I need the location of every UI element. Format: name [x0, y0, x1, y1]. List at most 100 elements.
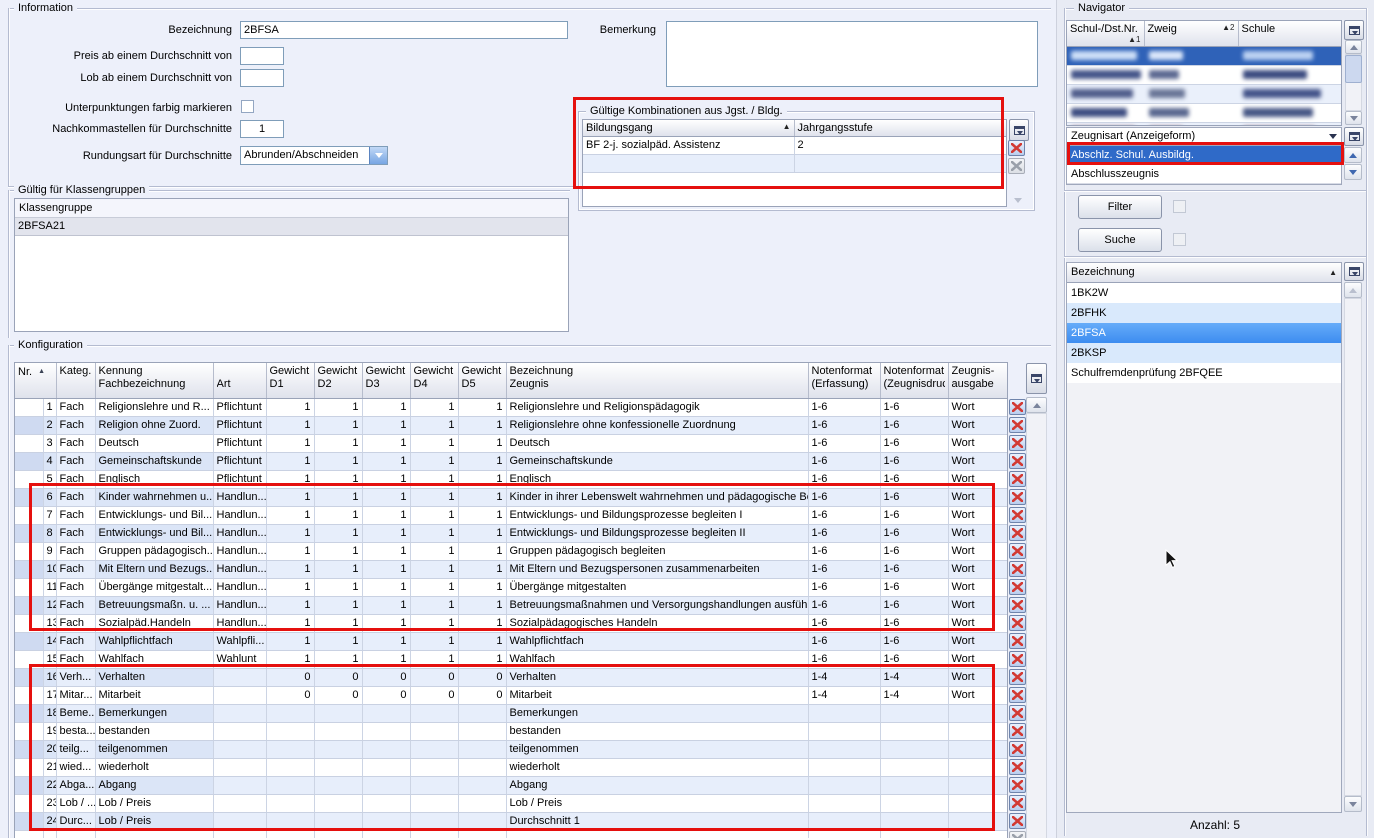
gewicht-d1-cell[interactable]: [266, 794, 314, 812]
gewicht-d3-cell[interactable]: [362, 740, 410, 758]
bezeichnung-zeugnis-cell[interactable]: Wahlfach: [506, 650, 808, 668]
kategorie-cell[interactable]: Fach: [56, 488, 95, 506]
art-cell[interactable]: Wahlpfli...: [213, 632, 266, 650]
delete-row-button[interactable]: [1009, 651, 1026, 667]
kennung-cell[interactable]: teilgenommen: [95, 740, 213, 758]
kategorie-cell[interactable]: Fach: [56, 506, 95, 524]
filter-button[interactable]: Filter: [1078, 195, 1162, 219]
navigator-col-schulnr[interactable]: Schul-/Dst.Nr.▲1: [1067, 21, 1144, 47]
row-selector[interactable]: [15, 812, 43, 830]
bezeichnung-zeugnis-cell[interactable]: Kinder in ihrer Lebenswelt wahrnehmen un…: [506, 488, 808, 506]
kategorie-cell[interactable]: Abga...: [56, 776, 95, 794]
gewicht-d3-cell[interactable]: [362, 776, 410, 794]
gewicht-d2-cell[interactable]: [314, 740, 362, 758]
kategorie-cell[interactable]: Fach: [56, 650, 95, 668]
gewicht-d3-cell[interactable]: 1: [362, 614, 410, 632]
notenformat-zeugnisdruck-cell[interactable]: 1-4: [880, 686, 948, 704]
bezeichnung-zeugnis-cell[interactable]: Bemerkungen: [506, 704, 808, 722]
nr-cell[interactable]: 23: [43, 794, 56, 812]
kennung-cell[interactable]: Wahlfach: [95, 650, 213, 668]
kennung-cell[interactable]: bestanden: [95, 722, 213, 740]
zeugnisausgabe-cell[interactable]: Wort: [948, 668, 1007, 686]
nr-cell[interactable]: 15: [43, 650, 56, 668]
gewicht-d3-cell[interactable]: 0: [362, 668, 410, 686]
notenformat-erfassung-cell[interactable]: 1-6: [808, 398, 880, 416]
konfig-row[interactable]: 10FachMit Eltern und Bezugs...Handlun...…: [15, 560, 1007, 578]
kategorie-cell[interactable]: besta...: [56, 722, 95, 740]
bezeichnung-item[interactable]: Schulfremdenprüfung 2BFQEE: [1067, 363, 1341, 383]
konfig-col-kategorie[interactable]: Kateg...: [56, 363, 95, 398]
art-cell[interactable]: Pflichtunt: [213, 398, 266, 416]
gewicht-d3-cell[interactable]: 1: [362, 416, 410, 434]
notenformat-erfassung-cell[interactable]: [808, 776, 880, 794]
notenformat-erfassung-cell[interactable]: 1-6: [808, 416, 880, 434]
gewicht-d5-cell[interactable]: 0: [458, 686, 506, 704]
notenformat-zeugnisdruck-cell[interactable]: 1-6: [880, 470, 948, 488]
konfig-row[interactable]: 8FachEntwicklungs- und Bil...Handlun...1…: [15, 524, 1007, 542]
nr-cell[interactable]: 6: [43, 488, 56, 506]
notenformat-zeugnisdruck-cell[interactable]: 1-6: [880, 434, 948, 452]
navigator-scrollbar-thumb[interactable]: [1345, 55, 1362, 83]
bezeichnung-zeugnis-cell[interactable]: bestanden: [506, 722, 808, 740]
gewicht-d5-cell[interactable]: 1: [458, 650, 506, 668]
konfig-row[interactable]: 19besta...bestandenbestanden: [15, 722, 1007, 740]
konfig-col-notenformat-zeugnisdruck[interactable]: Notenformat(Zeugnisdruck): [880, 363, 948, 398]
zeugnisausgabe-cell[interactable]: [948, 776, 1007, 794]
konfig-row[interactable]: 12FachBetreuungsmaßn. u. ...Handlun...11…: [15, 596, 1007, 614]
bezeichnung-item[interactable]: 2BKSP: [1067, 343, 1341, 363]
gewicht-d4-cell[interactable]: [410, 812, 458, 830]
gewicht-d1-cell[interactable]: 1: [266, 614, 314, 632]
nr-cell[interactable]: 4: [43, 452, 56, 470]
gewicht-d1-cell[interactable]: [266, 740, 314, 758]
zeugnisart-scroll-down-button[interactable]: [1344, 164, 1362, 180]
konfig-row[interactable]: 3FachDeutschPflichtunt11111Deutsch1-61-6…: [15, 434, 1007, 452]
kombinationen-col-bildungsgang[interactable]: Bildungsgang▲: [583, 120, 794, 137]
notenformat-zeugnisdruck-cell[interactable]: 1-6: [880, 560, 948, 578]
bezeichnung-zeugnis-cell[interactable]: Übergänge mitgestalten: [506, 578, 808, 596]
row-selector[interactable]: [15, 776, 43, 794]
notenformat-erfassung-cell[interactable]: 1-4: [808, 686, 880, 704]
art-cell[interactable]: Pflichtunt: [213, 452, 266, 470]
gewicht-d2-cell[interactable]: 1: [314, 560, 362, 578]
zeugnisausgabe-cell[interactable]: Wort: [948, 632, 1007, 650]
delete-row-button[interactable]: [1009, 723, 1026, 739]
delete-row-button[interactable]: [1009, 417, 1026, 433]
gewicht-d2-cell[interactable]: [314, 704, 362, 722]
zeugnisart-item[interactable]: Abschlusszeugnis: [1067, 165, 1341, 184]
gewicht-d1-cell[interactable]: 1: [266, 434, 314, 452]
zeugnisausgabe-cell[interactable]: Wort: [948, 416, 1007, 434]
nr-cell[interactable]: 17: [43, 686, 56, 704]
zeugnisausgabe-cell[interactable]: [948, 794, 1007, 812]
delete-row-button[interactable]: [1009, 507, 1026, 523]
notenformat-zeugnisdruck-cell[interactable]: [880, 758, 948, 776]
nr-cell[interactable]: 2: [43, 416, 56, 434]
notenformat-erfassung-cell[interactable]: [808, 812, 880, 830]
art-cell[interactable]: Handlun...: [213, 596, 266, 614]
kennung-cell[interactable]: Betreuungsmaßn. u. ...: [95, 596, 213, 614]
gewicht-d3-cell[interactable]: [362, 812, 410, 830]
notenformat-erfassung-cell[interactable]: [808, 704, 880, 722]
row-selector[interactable]: [15, 650, 43, 668]
gewicht-d1-cell[interactable]: 1: [266, 452, 314, 470]
gewicht-d5-cell[interactable]: 1: [458, 416, 506, 434]
konfig-row[interactable]: 18Beme...BemerkungenBemerkungen: [15, 704, 1007, 722]
konfig-row[interactable]: 16Verh...Verhalten00000Verhalten1-41-4Wo…: [15, 668, 1007, 686]
zeugnisausgabe-cell[interactable]: [948, 812, 1007, 830]
row-selector[interactable]: [15, 452, 43, 470]
delete-row-button[interactable]: [1009, 669, 1026, 685]
konfig-col-notenformat-erfassung[interactable]: Notenformat(Erfassung): [808, 363, 880, 398]
art-cell[interactable]: Handlun...: [213, 560, 266, 578]
gewicht-d1-cell[interactable]: [266, 704, 314, 722]
zeugnisart-column-chooser-button[interactable]: [1344, 127, 1364, 146]
nr-cell[interactable]: 8: [43, 524, 56, 542]
nr-cell[interactable]: 21: [43, 758, 56, 776]
gewicht-d1-cell[interactable]: 0: [266, 668, 314, 686]
gewicht-d3-cell[interactable]: 1: [362, 524, 410, 542]
kennung-cell[interactable]: Religionslehre und R...: [95, 398, 213, 416]
kategorie-cell[interactable]: Verh...: [56, 668, 95, 686]
kategorie-cell[interactable]: Fach: [56, 524, 95, 542]
notenformat-zeugnisdruck-cell[interactable]: [880, 794, 948, 812]
gewicht-d5-cell[interactable]: [458, 794, 506, 812]
konfig-row[interactable]: 1FachReligionslehre und R...Pflichtunt11…: [15, 398, 1007, 416]
kombinationen-column-chooser-button[interactable]: [1009, 119, 1029, 141]
